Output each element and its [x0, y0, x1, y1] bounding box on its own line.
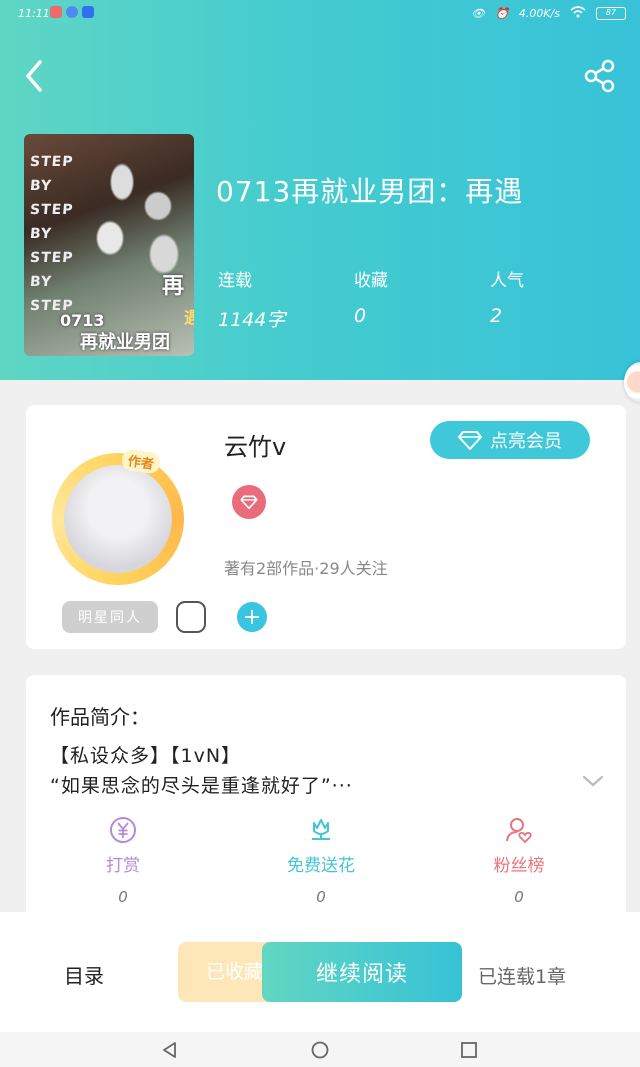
- flower-icon: [312, 819, 330, 840]
- app-notification-icon: [82, 6, 94, 18]
- cover-steps-text: STEP BY STEP BY STEP BY STEP: [29, 154, 75, 314]
- serial-status: 已连载1章: [478, 966, 567, 988]
- continue-reading-button[interactable]: 继续阅读: [262, 942, 462, 1002]
- stat-label: 收藏: [354, 271, 388, 291]
- vip-button[interactable]: 点亮会员: [430, 421, 590, 459]
- cover-char: 再: [162, 274, 185, 299]
- intro-line: 【私设众多】【1vN】: [50, 745, 242, 767]
- nav-home-icon[interactable]: [310, 1040, 330, 1060]
- diamond-icon: [240, 495, 258, 509]
- diamond-badge[interactable]: [232, 485, 266, 519]
- fans-ranking-button[interactable]: 粉丝榜 0: [459, 815, 579, 906]
- status-right: 👁 ⏰ 4.00K/s 87: [471, 6, 626, 21]
- stat-value: 2: [490, 305, 503, 327]
- empty-tag-chip[interactable]: [176, 601, 206, 633]
- avatar: [64, 465, 172, 573]
- stat-value: 1144字: [218, 309, 286, 331]
- action-label: 打赏: [106, 856, 140, 876]
- wifi-icon: [570, 6, 586, 21]
- book-cover[interactable]: STEP BY STEP BY STEP BY STEP 再 遇 0713 再就…: [24, 134, 194, 356]
- author-name[interactable]: 云竹v: [224, 427, 286, 462]
- cover-step: BY: [29, 178, 53, 194]
- author-card: 作者 云竹v 点亮会员 著有2部作品·29人关注 明星同人 +: [26, 405, 626, 649]
- status-bar: 11:11 👁 ⏰ 4.00K/s 87: [0, 0, 640, 28]
- book-header: 11:11 👁 ⏰ 4.00K/s 87 STEP BY STEP BY STE…: [0, 0, 640, 380]
- diamond-icon: [458, 431, 482, 450]
- add-tag-button[interactable]: +: [237, 602, 267, 632]
- battery-icon: 87: [596, 7, 626, 20]
- chevron-left-icon: [26, 60, 42, 92]
- intro-card: 作品简介： 【私设众多】【1vN】 “如果思念的尽头是重逢就好了”··· 打赏 …: [26, 675, 626, 935]
- cover-step: STEP: [29, 250, 75, 266]
- net-speed: 4.00K/s: [518, 7, 560, 20]
- intro-heading: 作品简介：: [50, 705, 150, 729]
- action-label: 粉丝榜: [493, 856, 545, 876]
- app-notification-icon: [50, 6, 62, 18]
- app-notification-icon: [66, 6, 78, 18]
- system-nav-bar: [0, 1032, 640, 1067]
- book-title: 0713再就业男团：再遇: [216, 175, 524, 208]
- cover-step: BY: [29, 226, 53, 242]
- nav-back-icon[interactable]: [160, 1040, 180, 1060]
- author-meta: 著有2部作品·29人关注: [224, 559, 388, 578]
- cover-title: 再就业男团: [80, 332, 170, 353]
- intro-line: “如果思念的尽头是重逢就好了”···: [50, 775, 353, 797]
- vip-button-label: 点亮会员: [490, 431, 562, 452]
- stat-value: 0: [354, 305, 367, 327]
- yen-circle-icon: [110, 817, 136, 843]
- battery-level: 87: [605, 8, 617, 17]
- eye-icon: 👁: [471, 7, 486, 20]
- stat-label: 人气: [490, 271, 524, 291]
- send-flower-button[interactable]: 免费送花 0: [261, 815, 381, 906]
- nav-recents-icon[interactable]: [459, 1040, 479, 1060]
- stat-label: 连载: [218, 271, 252, 291]
- cover-step: BY: [29, 274, 53, 290]
- expand-intro-button[interactable]: [582, 773, 604, 787]
- action-count: 0: [514, 888, 524, 906]
- share-icon: [584, 59, 615, 93]
- bottom-action-bar: 目录 已收藏 继续阅读 已连载1章: [0, 912, 640, 1032]
- cover-step: STEP: [29, 154, 75, 170]
- back-button[interactable]: [20, 58, 50, 94]
- share-button[interactable]: [582, 58, 618, 94]
- author-avatar[interactable]: 作者: [52, 448, 184, 585]
- alarm-icon: ⏰: [495, 7, 509, 20]
- action-count: 0: [118, 888, 128, 906]
- action-label: 免费送花: [287, 856, 355, 876]
- table-of-contents-button[interactable]: 目录: [64, 960, 104, 989]
- notification-icons: [50, 6, 94, 18]
- stat-popularity: 人气 2: [490, 266, 524, 327]
- chevron-down-icon: [582, 775, 604, 787]
- stat-serial: 连载 1144字: [218, 266, 285, 332]
- action-count: 0: [316, 888, 326, 906]
- cover-char: 遇: [184, 308, 194, 327]
- plus-icon: +: [242, 604, 262, 630]
- tip-button[interactable]: 打赏 0: [63, 815, 183, 906]
- stat-favorites: 收藏 0: [354, 266, 388, 327]
- cover-step: STEP: [29, 202, 75, 218]
- fans-icon: [506, 818, 532, 844]
- status-time: 11:11: [18, 7, 50, 20]
- tag-chip[interactable]: 明星同人: [62, 601, 158, 633]
- book-stats: 连载 1144字 收藏 0 人气 2: [218, 266, 618, 332]
